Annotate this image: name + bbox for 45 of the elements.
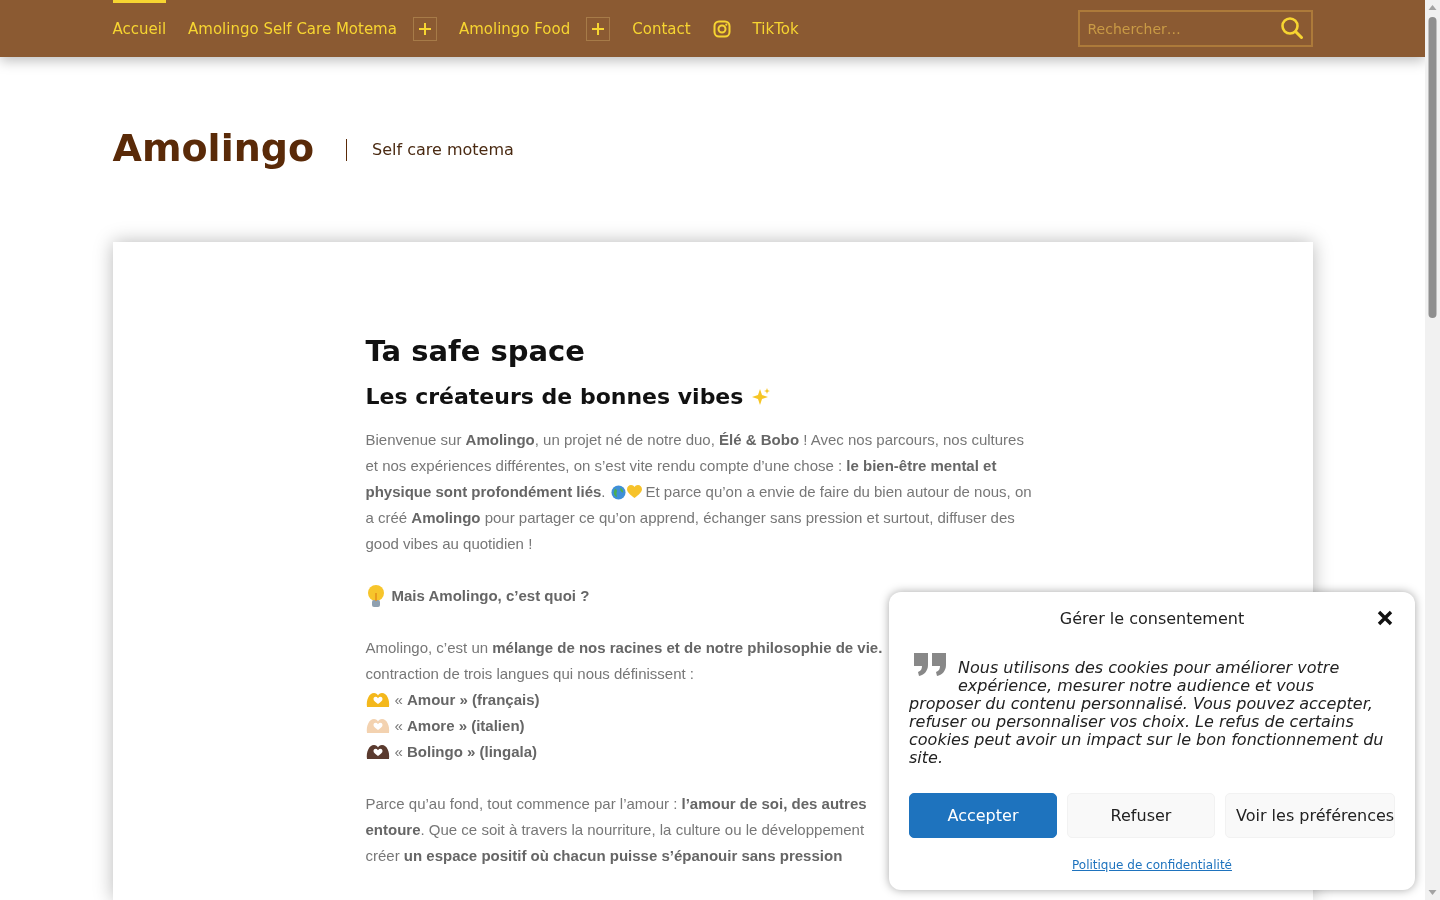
site-tagline: Self care motema — [372, 140, 514, 159]
accept-button[interactable]: Accepter — [909, 793, 1057, 838]
paragraph-line: Parce qu’au fond, tout commence par l’amour : l’amour de soi, des autres — [365, 794, 867, 814]
site-title[interactable]: Amolingo — [112, 125, 315, 174]
nav-link[interactable]: Amolingo Food — [458, 0, 571, 57]
language-item: « Amore » (italien) — [394, 716, 525, 736]
paragraph-line: Amolingo, c’est un mélange de nos racines et de notre philosophie de vie. — [365, 638, 883, 658]
paragraph-line: good vibes au quotidien ! — [365, 534, 533, 554]
submenu-toggle[interactable] — [586, 16, 611, 41]
nav-link[interactable]: Amolingo Self Care Motema — [188, 0, 397, 57]
lightbulb-icon — [365, 584, 386, 608]
instagram-icon — [712, 19, 731, 38]
dialog-button[interactable]: Voir les préférences — [1225, 793, 1395, 838]
nav-link[interactable]: Accueil — [112, 0, 167, 57]
paragraph-line: Et parce qu’on a envie de faire du bien autour de nous, on — [645, 482, 1032, 502]
close-icon — [1377, 610, 1393, 626]
paragraph-line: physique sont profondément liés. — [365, 482, 606, 502]
paragraph-line: a créé Amolingo pour partager ce qu’on apprend, échanger sans pression et surtout, diffuser des — [365, 508, 1015, 528]
submenu-toggle[interactable] — [412, 16, 437, 41]
paragraph-line: contraction de trois langues qui nous définissent : — [365, 664, 695, 684]
search-field[interactable]: Rechercher… — [1077, 10, 1313, 47]
language-item: « Amour » (français) — [394, 690, 540, 710]
dialog-title: Gérer le consentement — [1059, 608, 1245, 628]
plus-icon — [592, 22, 605, 35]
paragraph-line: entoure. Que ce soit à travers la nourriture, la culture ou le développement — [365, 820, 865, 840]
dialog-button[interactable]: Refuser — [1067, 793, 1215, 838]
consent-message: Nous utilisons des cookies pour améliorer votre expérience, mesurer notre audience et vous — [958, 659, 1341, 695]
consent-message: proposer du contenu personnalisé. Vous pouvez accepter, refuser ou personnaliser vos choix. Le refus de certains cookies peut avoir un impact sur le bon fonctionnement du site. — [909, 695, 1385, 767]
paragraph-line: et nos expériences différentes, on s’est vite rendu compte d’une chose : le bien-être mental et — [365, 456, 997, 476]
page-title: Ta safe space — [365, 334, 586, 368]
language-item: « Bolingo » (lingala) — [394, 742, 537, 762]
section-heading: Mais Amolingo, c’est quoi ? — [391, 586, 590, 606]
search-icon — [1279, 16, 1304, 40]
privacy-link[interactable]: Politique de confidentialité — [1072, 858, 1232, 872]
plus-icon — [418, 22, 431, 35]
sparkle-icon — [751, 386, 772, 407]
close-button[interactable] — [1377, 610, 1393, 626]
quote-icon — [914, 653, 948, 677]
section-title: Les créateurs de bonnes vibes — [365, 384, 744, 409]
nav-link[interactable]: TikTok — [752, 0, 799, 57]
paragraph-line: créer un espace positif où chacun puisse s’épanouir sans pression — [365, 846, 843, 866]
globe-icon — [610, 484, 626, 500]
paragraph-line: Bienvenue sur Amolingo, un projet né de notre duo, Élé & Bobo ! Avec nos parcours, nos cultures — [365, 430, 1024, 450]
nav-link[interactable]: Contact — [632, 0, 691, 57]
heart-icon — [626, 485, 642, 499]
